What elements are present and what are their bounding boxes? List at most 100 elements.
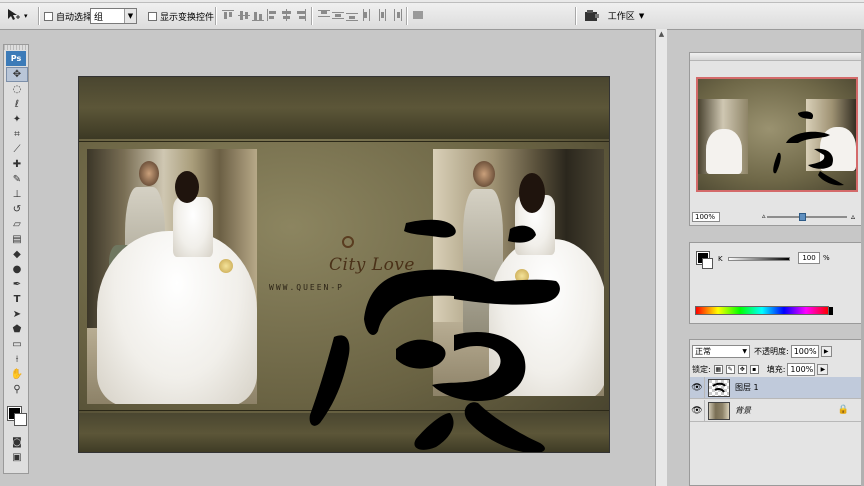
eye-icon[interactable]: 👁 [690, 377, 705, 398]
thumb-dress [706, 129, 742, 174]
scroll-up-icon[interactable]: ▲ [657, 31, 666, 38]
pen-tool-icon[interactable]: ✒ [6, 277, 28, 292]
auto-align-icon[interactable] [412, 9, 424, 21]
auto-select-dropdown[interactable]: 组 ▼ [90, 8, 137, 24]
blend-mode-select[interactable]: 正常 ▼ [692, 344, 750, 358]
background-color-swatch[interactable] [14, 413, 27, 426]
distribute-horizontal-icon[interactable] [376, 9, 388, 21]
align-bottom-edges-icon[interactable] [252, 9, 264, 21]
history-brush-icon[interactable]: ↺ [6, 202, 28, 217]
ps-logo[interactable]: Ps [6, 51, 26, 66]
blend-mode-value: 正常 [695, 346, 711, 356]
clone-stamp-icon[interactable]: ⊥ [6, 187, 28, 202]
zoom-field[interactable]: 100% [692, 212, 720, 222]
color-panel: K 100 % [689, 242, 864, 324]
hand-tool-icon[interactable]: ✋ [6, 367, 28, 382]
align-left-edges-icon[interactable] [266, 9, 278, 21]
lock-position-icon[interactable]: ✥ [737, 364, 747, 374]
zoom-in-icon[interactable]: ▵ [851, 212, 855, 221]
zoom-slider-handle[interactable] [799, 213, 806, 221]
chevron-right-icon[interactable]: ▶ [820, 345, 832, 357]
lasso-tool-icon[interactable]: ℓ [6, 97, 28, 112]
magic-wand-icon[interactable]: ✦ [6, 112, 28, 127]
layers-panel: 正常 ▼ 不透明度: 100% ▶ 锁定: ▦ ✎ ✥ ▪ 填充: 100% ▶… [689, 339, 864, 486]
color-ramp[interactable] [695, 306, 829, 315]
toolbar-divider [406, 7, 407, 25]
brush-tool-icon[interactable]: ✎ [6, 172, 28, 187]
lock-pixels-icon[interactable]: ✎ [725, 364, 735, 374]
chevron-right-icon[interactable]: ▶ [817, 363, 829, 375]
auto-select-value: 组 [94, 12, 104, 23]
crop-tool-icon[interactable]: ⌗ [6, 127, 28, 142]
distribute-centers-icon[interactable] [332, 9, 344, 21]
lock-row: 锁定: ▦ ✎ ✥ ▪ 填充: 100% ▶ [692, 361, 829, 377]
marquee-tool-icon[interactable]: ◌ [6, 82, 28, 97]
lock-all-icon[interactable]: ▪ [749, 364, 759, 374]
lock-transparency-icon[interactable]: ▦ [713, 364, 723, 374]
document-canvas[interactable]: City Love WWW.QUEEN-P [78, 76, 610, 453]
dodge-tool-icon[interactable]: ● [6, 262, 28, 277]
eraser-icon[interactable]: ▱ [6, 217, 28, 232]
channel-value-field[interactable]: 100 [798, 252, 820, 264]
groom-head [473, 161, 495, 187]
bride-hair [175, 171, 199, 203]
opacity-label: 不透明度: [754, 346, 789, 356]
align-vertical-centers-icon[interactable] [238, 9, 250, 21]
eyedropper-icon[interactable]: ⟊ [6, 352, 28, 367]
path-select-icon[interactable]: ➤ [6, 307, 28, 322]
canvas-scrollbar[interactable]: ▲ [655, 29, 667, 486]
opacity-field[interactable]: 100% [790, 344, 819, 358]
auto-select-checkbox[interactable]: 自动选择: [44, 8, 95, 24]
align-top-edges-icon[interactable] [222, 9, 234, 21]
notes-tool-icon[interactable]: ▭ [6, 337, 28, 352]
screen-mode-icon[interactable]: ▣ [6, 450, 28, 465]
workspace-button[interactable]: 工作区 ▼ [604, 7, 648, 24]
move-tool-icon [6, 8, 20, 25]
navigator-zoom-row: 100% ▵ ▵ [692, 212, 860, 222]
slice-tool-icon[interactable]: ⟋ [6, 142, 28, 157]
distribute-bottom-icon[interactable] [346, 9, 358, 21]
top-band [79, 77, 609, 139]
toolbar-divider [38, 7, 39, 25]
distribute-top-icon[interactable] [318, 9, 330, 21]
zoom-out-icon[interactable]: ▵ [762, 212, 766, 220]
channel-slider[interactable] [728, 257, 790, 261]
blend-row: 正常 ▼ 不透明度: 100% ▶ [692, 343, 832, 359]
blur-tool-icon[interactable]: ◆ [6, 247, 28, 262]
gradient-tool-icon[interactable]: ▤ [6, 232, 28, 247]
distribute-left-icon[interactable] [362, 9, 374, 21]
healing-brush-icon[interactable]: ✚ [6, 157, 28, 172]
thumb-calligraphy [773, 111, 844, 186]
tool-preset-picker[interactable]: ▾ [6, 8, 36, 24]
lock-icon: 🔒 [837, 405, 849, 415]
shape-tool-icon[interactable]: ⬟ [6, 322, 28, 337]
layer-row[interactable]: 👁 背景 🔒 [690, 400, 863, 422]
bride-bodice [173, 197, 213, 257]
toolbox-panel: Ps ✥ ◌ ℓ ✦ ⌗ ⟋ ✚ ✎ ⊥ ↺ ▱ ▤ ◆ ● ✒ T ➤ ⬟ ▭… [3, 44, 29, 474]
layer-row[interactable]: 👁 图层 1 [690, 377, 863, 399]
zoom-slider-track[interactable] [767, 216, 847, 218]
checkbox-box [148, 11, 157, 21]
align-right-edges-icon[interactable] [294, 9, 306, 21]
options-bar: ▾ 自动选择: 组 ▼ 显示变换控件 工作区 ▼ [0, 0, 864, 30]
quick-mask-icon[interactable]: ◙ [6, 435, 28, 450]
show-transform-checkbox[interactable]: 显示变换控件 [148, 8, 214, 24]
align-horizontal-centers-icon[interactable] [280, 9, 292, 21]
distribute-right-icon[interactable] [390, 9, 402, 21]
background-color-swatch[interactable] [702, 258, 713, 269]
zoom-tool-icon[interactable]: ⚲ [6, 382, 28, 397]
show-transform-label: 显示变换控件 [160, 12, 215, 23]
file-browser-icon[interactable] [584, 9, 600, 22]
navigator-preview[interactable] [696, 77, 858, 192]
type-tool-icon[interactable]: T [6, 292, 28, 307]
chevron-down-icon: ▼ [638, 11, 645, 20]
eye-icon[interactable]: 👁 [690, 400, 705, 421]
channel-label: K [718, 255, 723, 263]
panel-grip[interactable] [4, 45, 28, 50]
divider-line [79, 141, 609, 142]
fill-field[interactable]: 100% [787, 362, 816, 376]
color-swatches[interactable] [6, 401, 27, 431]
toolbar-divider [575, 7, 576, 25]
move-tool-icon[interactable]: ✥ [6, 67, 28, 82]
black-swatch[interactable] [829, 307, 833, 315]
